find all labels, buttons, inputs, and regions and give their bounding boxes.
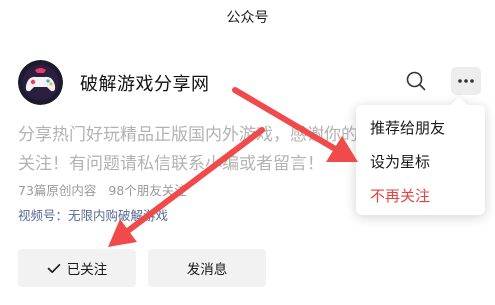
friends-following: 98个朋友关注: [108, 183, 187, 198]
more-icon: [458, 79, 474, 83]
avatar[interactable]: [18, 60, 63, 105]
page-title: 公众号: [226, 10, 269, 26]
more-menu: 推荐给朋友 设为星标 不再关注: [356, 96, 485, 215]
search-icon: [406, 71, 426, 91]
menu-item-unfollow[interactable]: 不再关注: [370, 185, 430, 206]
more-button[interactable]: [451, 67, 481, 95]
send-message-label: 发消息: [186, 262, 228, 278]
channel-link[interactable]: 视频号：无限内购破解游戏: [18, 205, 168, 224]
account-description: 分享热门好玩精品正版国内外游戏，感谢你的关注！有问题请私信联系小编或者留言！: [18, 125, 358, 174]
original-count: 73篇原创内容: [18, 183, 97, 198]
account-name: 破解游戏分享网: [80, 74, 210, 95]
send-message-button[interactable]: 发消息: [148, 249, 266, 287]
menu-caret: [450, 96, 468, 114]
search-button[interactable]: [402, 67, 430, 95]
account-stats: 73篇原创内容 98个朋友关注: [18, 180, 187, 199]
menu-item-recommend[interactable]: 推荐给朋友: [370, 117, 445, 138]
followed-label: 已关注: [66, 262, 108, 278]
check-icon: [47, 263, 61, 273]
followed-button[interactable]: 已关注: [18, 249, 136, 287]
menu-item-star[interactable]: 设为星标: [370, 151, 430, 172]
